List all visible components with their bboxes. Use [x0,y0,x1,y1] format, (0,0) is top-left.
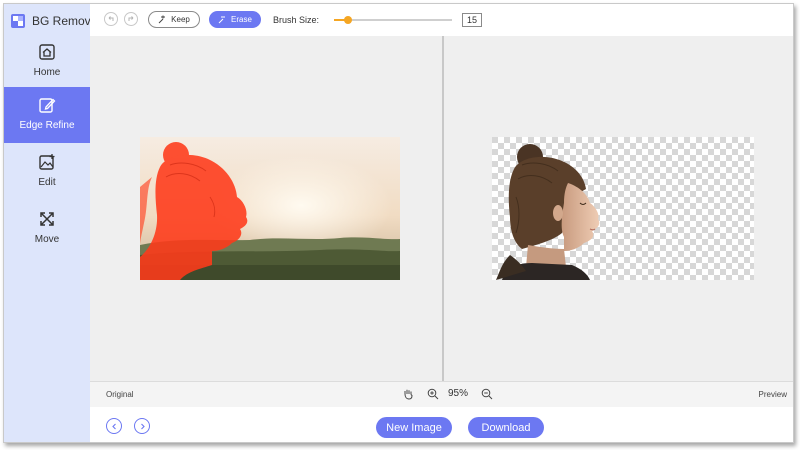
next-button[interactable] [134,418,150,434]
brush-size-label: Brush Size: [273,15,320,25]
bottom-bar: New Image Download [90,407,793,442]
status-bar: Original 95% Preview [90,381,793,407]
brush-size-value[interactable]: 15 [462,13,482,27]
previous-button[interactable] [106,418,122,434]
undo-button[interactable] [104,12,118,26]
brush-size-slider[interactable] [334,16,452,24]
sidebar-item-label: Home [33,67,61,78]
chevron-right-icon [140,423,145,429]
original-photo[interactable] [140,137,400,280]
keep-button[interactable]: Keep [148,11,200,28]
redo-icon [128,16,134,21]
brush-size-slider-thumb[interactable] [344,16,353,24]
app-window: BG Remover Home Edge Refine Edit Move Ke… [3,3,794,443]
sidebar-item-edge-refine[interactable]: Edge Refine [4,87,90,143]
erase-button[interactable]: Erase [209,11,261,28]
redo-button[interactable] [124,12,138,26]
sidebar-item-edit[interactable]: Edit [4,144,90,200]
preview-photo[interactable] [492,137,754,280]
original-canvas[interactable] [90,36,442,381]
zoom-in-icon[interactable] [427,388,439,400]
home-icon [39,44,55,60]
sidebar-item-move[interactable]: Move [4,201,90,257]
erase-label: Erase [231,15,252,24]
zoom-out-icon[interactable] [481,388,493,400]
brush-minus-icon [218,16,226,24]
keep-label: Keep [171,15,190,24]
preview-label: Preview [758,390,787,399]
new-image-button[interactable]: New Image [376,417,452,438]
sidebar-item-label: Move [34,234,60,245]
bg-remover-logo-icon [11,14,25,28]
image-edit-icon [39,154,55,170]
sidebar: BG Remover Home Edge Refine Edit Move [4,4,101,442]
original-label: Original [106,390,134,399]
sidebar-item-label: Edge Refine [19,120,75,131]
undo-icon [108,16,114,21]
sidebar-item-label: Edit [38,177,56,188]
download-button[interactable]: Download [468,417,544,438]
zoom-level: 95% [448,388,469,399]
toolbar: Keep Erase Brush Size: 15 [90,4,793,36]
hand-pan-icon[interactable] [402,388,414,400]
edit-pen-icon [39,98,56,113]
app-title: BG Remover [10,12,101,30]
preview-canvas[interactable] [444,36,793,381]
sidebar-item-home[interactable]: Home [4,34,90,90]
move-arrows-icon [40,212,54,226]
brush-plus-icon [158,15,166,24]
chevron-left-icon [111,423,116,429]
